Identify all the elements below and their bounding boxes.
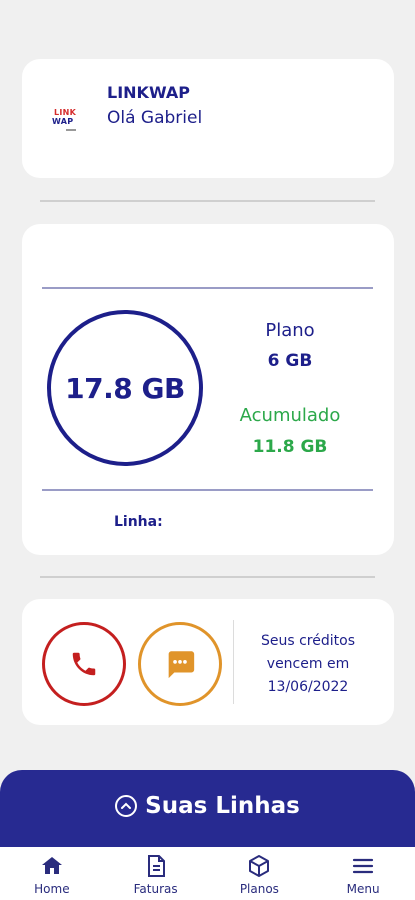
chevron-up-icon xyxy=(115,795,138,817)
linkwap-logo: LINK WAP xyxy=(52,108,88,136)
accumulated-value: 11.8 GB xyxy=(252,437,328,457)
call-button[interactable] xyxy=(42,622,126,706)
home-icon xyxy=(39,853,65,879)
total-data-value: 17.8 GB xyxy=(65,371,185,405)
tab-planos[interactable]: Planos xyxy=(219,847,299,896)
accumulated-label: Acumulado xyxy=(239,405,341,426)
credits-expiry-text: Seus créditos vencem em 13/06/2022 xyxy=(243,630,373,699)
line-label: Linha: xyxy=(114,514,163,530)
tab-home[interactable]: Home xyxy=(12,847,92,896)
tab-faturas[interactable]: Faturas xyxy=(116,847,196,896)
your-lines-title: Suas Linhas xyxy=(145,793,300,819)
invoice-icon xyxy=(143,853,169,879)
menu-icon xyxy=(350,853,376,879)
usage-top-rule xyxy=(42,287,373,289)
message-icon xyxy=(168,651,195,679)
section-divider xyxy=(40,576,375,578)
message-button[interactable] xyxy=(138,622,222,706)
your-lines-toggle[interactable]: Suas Linhas xyxy=(0,793,415,819)
phone-icon xyxy=(72,652,96,676)
brand-name: LINKWAP xyxy=(107,83,190,102)
tab-menu[interactable]: Menu xyxy=(323,847,403,896)
bottom-tab-bar: Home Faturas Planos Menu xyxy=(0,847,415,900)
box-icon xyxy=(246,853,272,879)
usage-bottom-rule xyxy=(42,489,373,491)
user-greeting: Olá Gabriel xyxy=(107,108,203,128)
plan-label: Plano xyxy=(265,320,315,341)
section-divider xyxy=(40,200,375,202)
total-data-gauge: 17.8 GB xyxy=(47,310,203,466)
credits-expiry-date: 13/06/2022 xyxy=(267,679,349,695)
actions-separator xyxy=(233,620,234,704)
plan-value: 6 GB xyxy=(267,351,313,371)
